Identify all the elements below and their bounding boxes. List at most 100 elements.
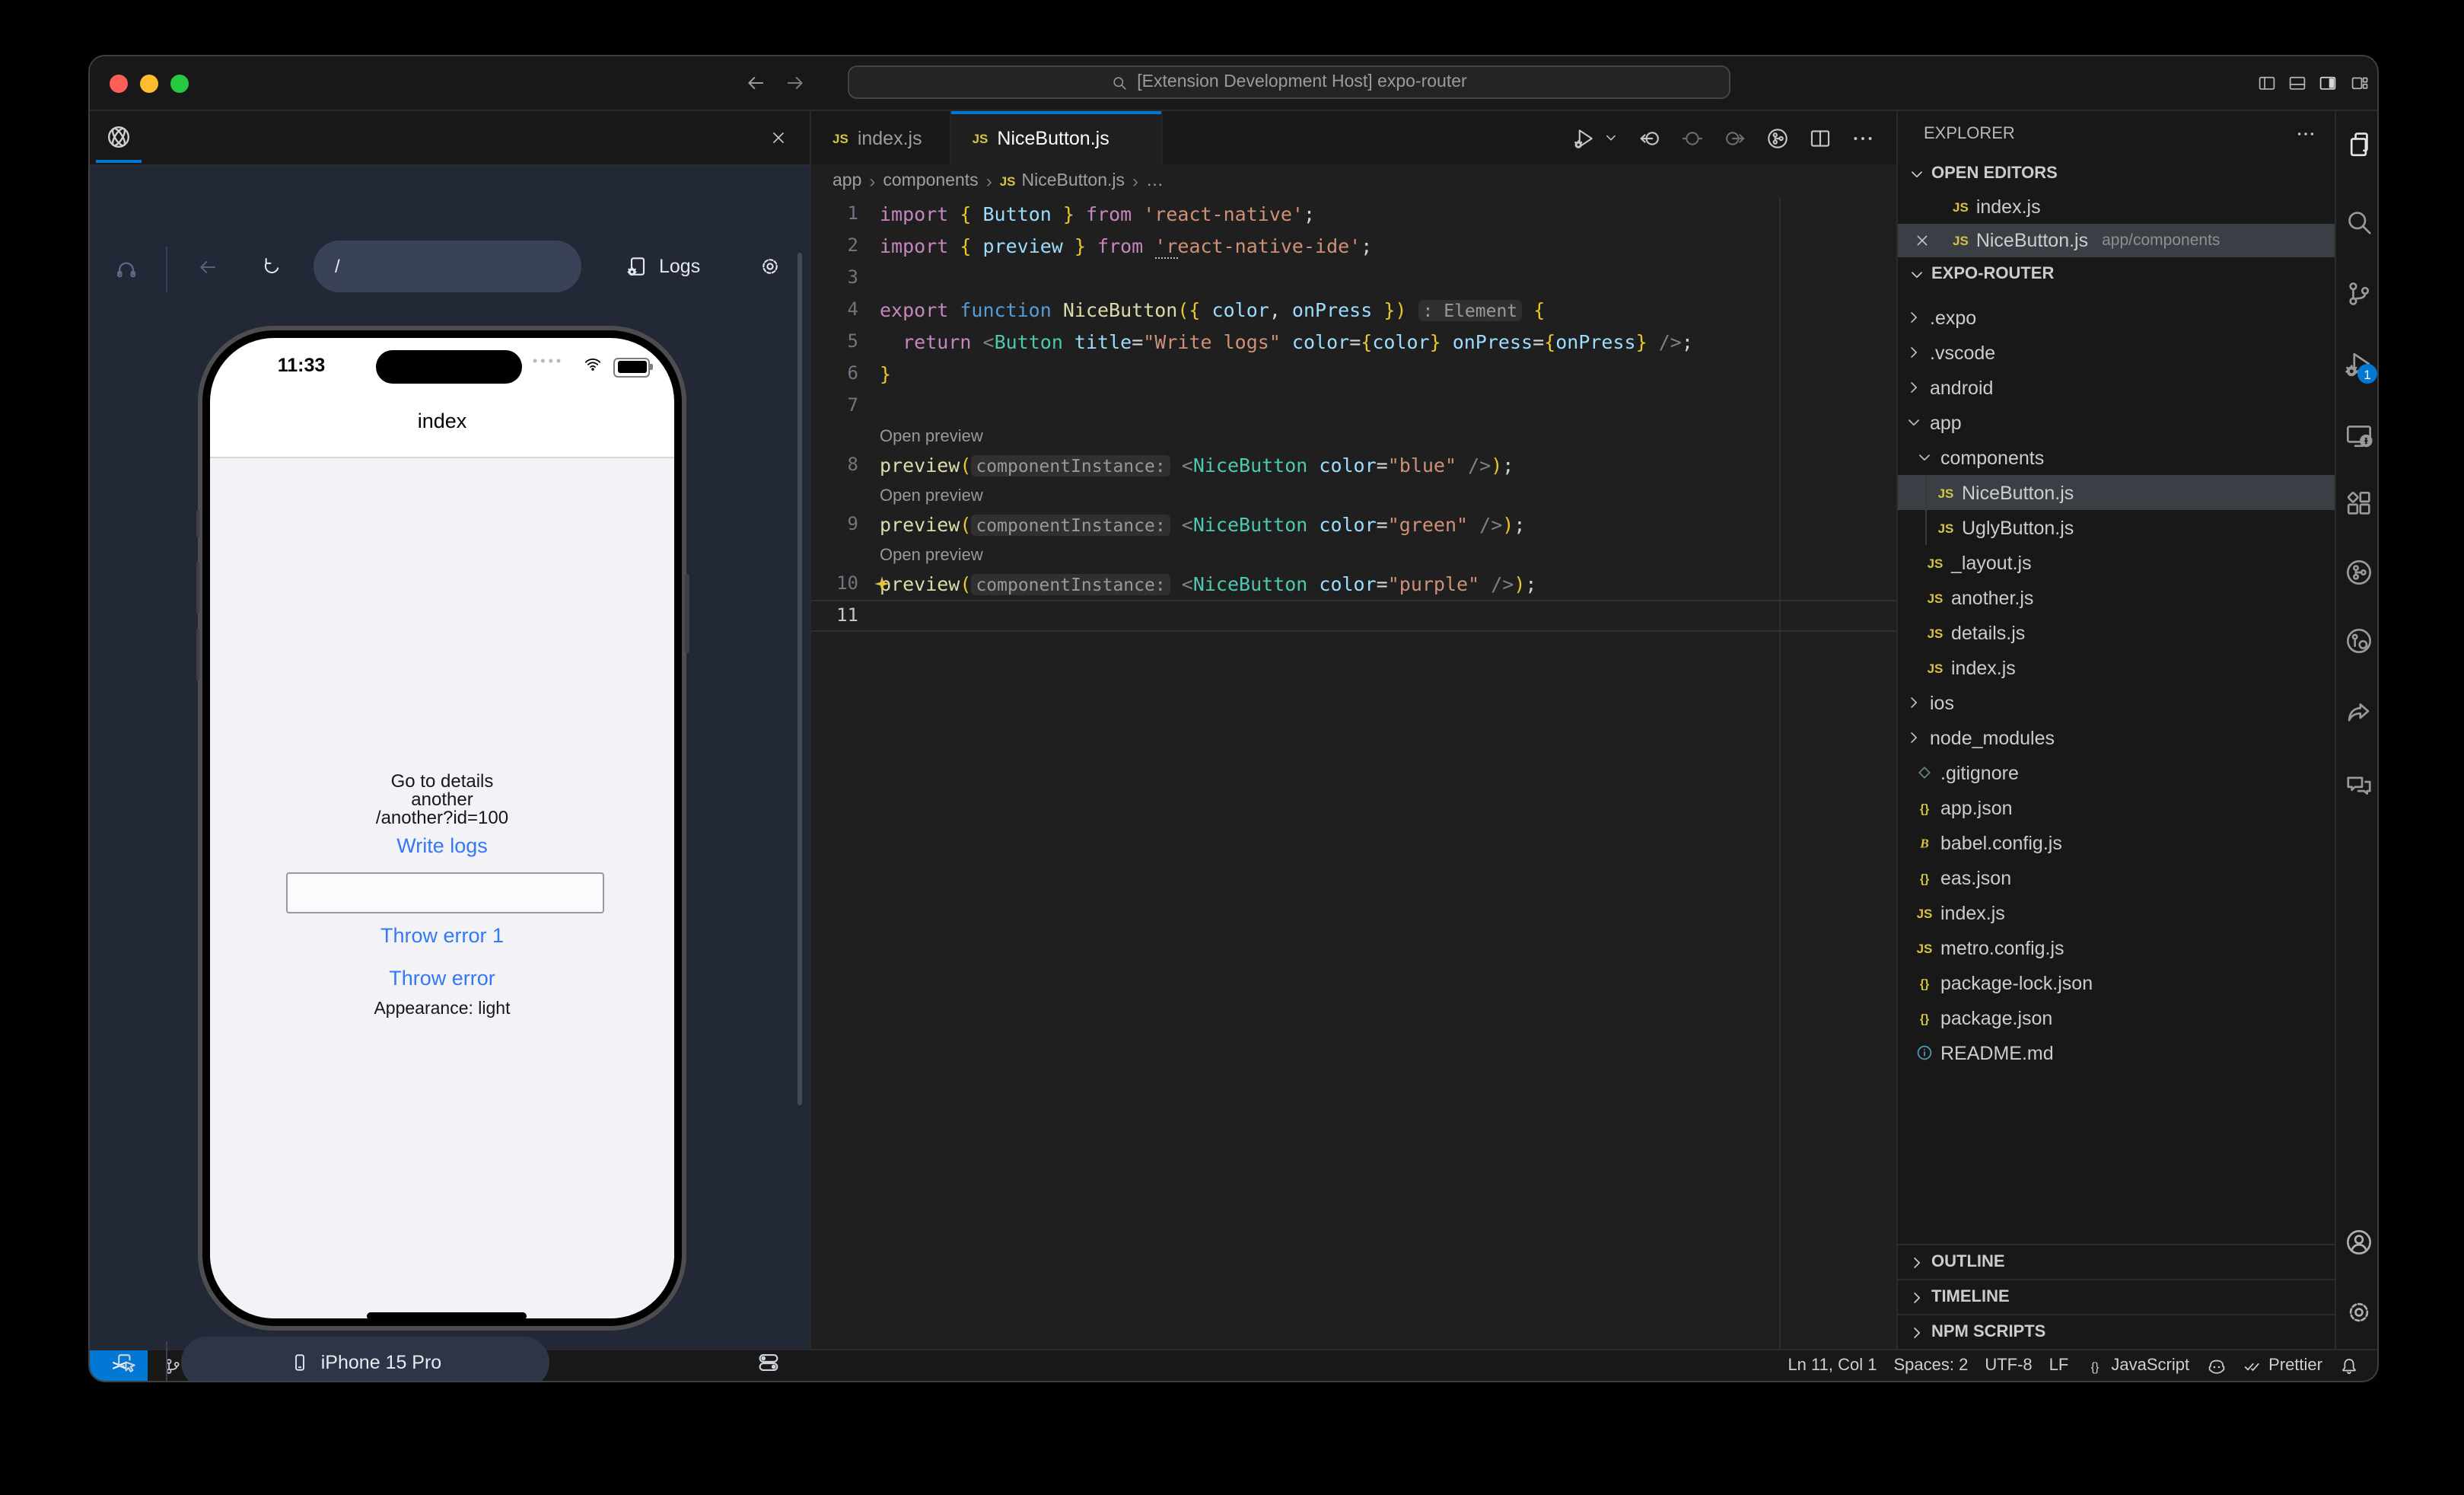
tree-item--gitignore[interactable]: .gitignore [1898,755,2335,790]
open-editor-nicebutton-js[interactable]: JSNiceButton.jsapp/components [1898,224,2335,257]
breadcrumb-item[interactable]: … [1146,172,1164,190]
tree-item-ios[interactable]: ios [1898,685,2335,720]
status-ln-11-col-1[interactable]: Ln 11, Col 1 [1788,1356,1877,1375]
tree-item--expo[interactable]: .expo [1898,300,2335,335]
codelens-open-preview[interactable]: Open preview [811,540,1896,568]
project-section[interactable]: EXPO-ROUTER [1898,257,2335,291]
close-window-button[interactable] [110,75,128,93]
iphone-preview[interactable]: 11:33 •••• index Go to details another /… [198,326,686,1331]
tree-item-package-lock-json[interactable]: {}package-lock.json [1898,965,2335,1000]
section-outline[interactable]: OUTLINE [1898,1244,2335,1279]
activitybar-comments-icon[interactable] [2344,770,2374,801]
circle-arrow-right-icon[interactable] [1723,126,1747,150]
code-line-8[interactable]: 8preview(componentInstance: <NiceButton … [811,449,1896,481]
status-prettier[interactable]: Prettier [2243,1356,2322,1375]
chevron-down-icon[interactable] [1603,129,1619,146]
status-utf-8[interactable]: UTF-8 [1985,1356,2032,1375]
ellipsis-icon[interactable] [1851,126,1875,150]
device-select-button[interactable]: iPhone 15 Pro [181,1337,549,1381]
zoom-window-button[interactable] [170,75,189,93]
tree-item-metro-config-js[interactable]: JSmetro.config.js [1898,930,2335,965]
tree-item-eas-json[interactable]: {}eas.json [1898,860,2335,895]
status-javascript[interactable]: {}JavaScript [2085,1356,2189,1375]
status-copilot[interactable] [2206,1356,2226,1375]
status-spaces-2[interactable]: Spaces: 2 [1893,1356,1968,1375]
inspect-headset-icon[interactable] [114,257,138,282]
tree-item-uglybutton-js[interactable]: JSUglyButton.js [1898,510,2335,545]
url-back-icon[interactable] [196,256,219,279]
tree-item-app[interactable]: app [1898,405,2335,440]
code-line-11[interactable]: 11 [811,600,1896,632]
status-bell[interactable] [2339,1356,2359,1375]
panel-settings-icon[interactable] [758,254,782,279]
tree-item-node-modules[interactable]: node_modules [1898,720,2335,755]
toggle-sidebar-left-icon[interactable] [2257,73,2277,93]
throw-error-button[interactable]: Throw error [210,967,674,990]
code-line-5[interactable]: 5 return <Button title="Write logs" colo… [811,326,1896,358]
code-line-4[interactable]: 4export function NiceButton({ color, onP… [811,294,1896,326]
activitybar-source-control-icon[interactable] [2344,279,2374,309]
code-editor[interactable]: 1import { Button } from 'react-native';2… [811,198,1896,1349]
url-bar[interactable]: / [314,241,581,292]
section-timeline[interactable]: TIMELINE [1898,1279,2335,1314]
activitybar-search-icon[interactable] [2344,207,2374,237]
tree-item-components[interactable]: components [1898,440,2335,475]
panel-scrollbar[interactable] [797,253,802,1105]
code-line-10[interactable]: 10preview(componentInstance: <NiceButton… [811,568,1896,600]
close-editor-icon[interactable] [1913,231,1931,250]
circle-branch-icon[interactable] [1765,126,1790,150]
breadcrumb[interactable]: app›components›JSNiceButton.js›… [811,164,1896,198]
activitybar-circle-branch-icon[interactable] [2344,557,2374,588]
tree-item-nicebutton-js[interactable]: JSNiceButton.js [1898,475,2335,510]
circle-dash-icon[interactable] [1680,126,1705,150]
code-line-1[interactable]: 1import { Button } from 'react-native'; [811,198,1896,230]
editor-tab-nicebutton-js[interactable]: JSNiceButton.js [951,111,1163,164]
toggle-sidebar-right-icon[interactable] [2318,73,2338,93]
radon-ide-tab-icon[interactable] [105,123,132,151]
open-editor-index-js[interactable]: JSindex.js [1898,190,2335,224]
device-settings-toggles-icon[interactable] [756,1350,781,1375]
tree-item-index-js[interactable]: JSindex.js [1898,650,2335,685]
circle-arrow-left-icon[interactable] [1638,126,1662,150]
tree-item-app-json[interactable]: {}app.json [1898,790,2335,825]
activitybar-account-icon[interactable] [2344,1227,2374,1258]
customize-layout-icon[interactable] [2350,73,2370,93]
activitybar-share-icon[interactable] [2344,697,2374,728]
tree-item-android[interactable]: android [1898,370,2335,405]
breadcrumb-item[interactable]: components [883,172,978,190]
link-another-query[interactable]: /another?id=100 [210,807,674,828]
explorer-more-actions-icon[interactable] [2295,123,2316,145]
tree-item--layout-js[interactable]: JS_layout.js [1898,545,2335,580]
logs-button[interactable]: Logs [626,247,700,286]
tree-item-package-json[interactable]: {}package.json [1898,1000,2335,1035]
code-line-7[interactable]: 7 [811,390,1896,422]
status-lf[interactable]: LF [2049,1356,2069,1375]
code-line-6[interactable]: 6} [811,358,1896,390]
code-line-9[interactable]: 9preview(componentInstance: <NiceButton … [811,508,1896,540]
activitybar-circle-branch-alt-icon[interactable] [2344,626,2374,656]
code-line-2[interactable]: 2import { preview } from 'react-native-i… [811,230,1896,262]
activitybar-files-icon[interactable] [2344,129,2374,160]
codelens-open-preview[interactable]: Open preview [811,481,1896,508]
command-center-search[interactable]: [Extension Development Host] expo-router [848,65,1730,99]
breadcrumb-item[interactable]: JSNiceButton.js [1000,172,1125,190]
minimize-window-button[interactable] [140,75,158,93]
element-inspector-icon[interactable] [114,1350,138,1375]
tree-item-index-js[interactable]: JSindex.js [1898,895,2335,930]
text-input[interactable] [286,872,604,913]
tree-item-another-js[interactable]: JSanother.js [1898,580,2335,615]
tree-item-details-js[interactable]: JSdetails.js [1898,615,2335,650]
close-panel-icon[interactable] [769,128,788,148]
activitybar-gear-icon[interactable] [2344,1297,2374,1328]
debug-run-icon[interactable] [1572,126,1597,150]
tree-item-readme-md[interactable]: README.md [1898,1035,2335,1070]
activitybar-monitor-remote-icon[interactable] [2344,420,2374,451]
throw-error-1-button[interactable]: Throw error 1 [210,924,674,947]
codelens-open-preview[interactable]: Open preview [811,422,1896,449]
split-editor-icon[interactable] [1808,126,1832,150]
code-line-3[interactable]: 3 [811,262,1896,294]
breadcrumb-item[interactable]: app [832,172,861,190]
activitybar-extensions-icon[interactable] [2344,489,2374,519]
history-back-icon[interactable] [744,72,767,94]
tree-item--vscode[interactable]: .vscode [1898,335,2335,370]
